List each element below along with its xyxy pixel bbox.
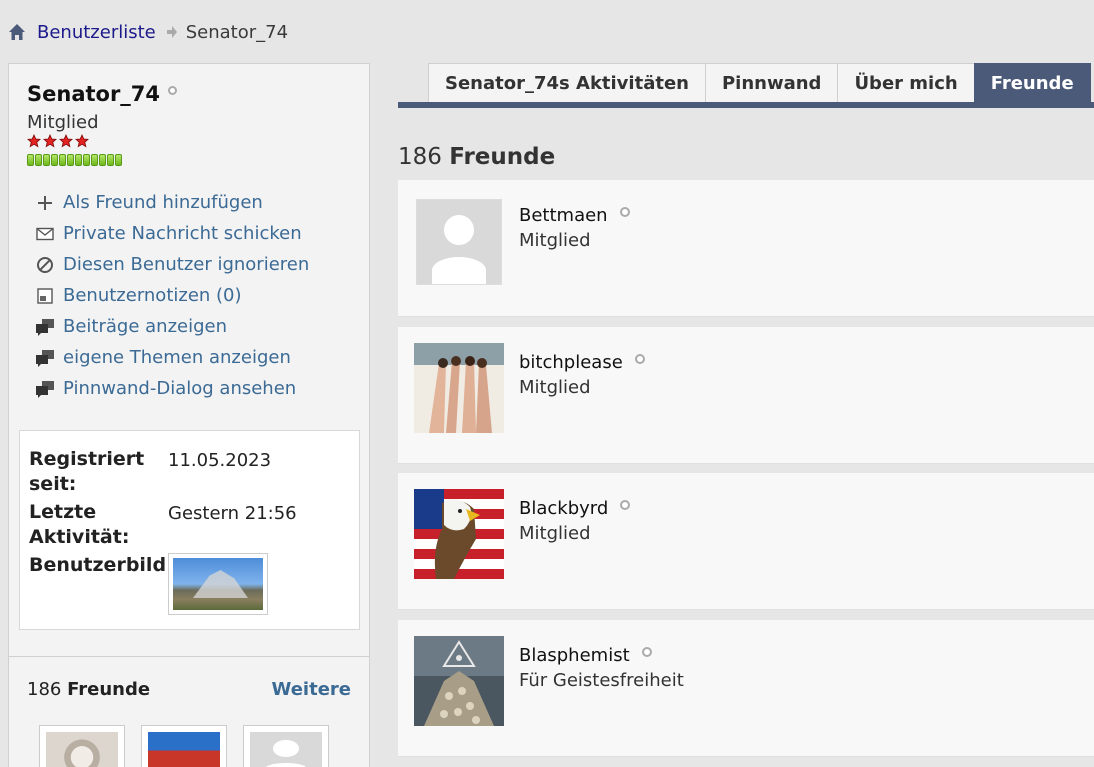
last-activity-value: Gestern 21:56 [168,503,297,524]
wall-icon [36,380,54,398]
registered-label: Registriert seit: [29,448,145,495]
star-icon [59,134,73,148]
friend-rank: Für Geistesfreiheit [519,670,684,691]
profile-tabs: Senator_74s Aktivitäten Pinnwand Über mi… [428,63,1091,103]
send-private-message-link[interactable]: Private Nachricht schicken [35,218,309,249]
threads-icon [36,349,54,367]
friend-avatar-image [414,343,504,433]
friend-avatar[interactable] [414,489,504,579]
offline-status-icon [641,647,652,657]
registered-value: 11.05.2023 [168,450,272,471]
profile-info-box: Registriert seit: 11.05.2023 Letzte Akti… [19,430,360,630]
sidebar-friends-box: 186 Freunde Weitere [9,656,369,767]
friend-avatar[interactable] [414,343,504,433]
user-avatar[interactable] [168,553,268,615]
breadcrumb-separator-icon [166,26,177,38]
block-icon [37,256,53,273]
profile-actions: Als Freund hinzufügen Private Nachricht … [35,187,309,404]
friend-card: Blackbyrd Mitglied [398,473,1094,610]
friend-card: bitchplease Mitglied [398,327,1094,464]
offline-status-icon [634,354,645,364]
show-threads-link[interactable]: eigene Themen anzeigen [35,342,309,373]
default-avatar-icon [417,200,501,284]
show-posts-link[interactable]: Beiträge anzeigen [35,311,309,342]
note-icon [37,287,53,304]
ignore-user-link[interactable]: Diesen Benutzer ignorieren [35,249,309,280]
rank-stars [27,134,89,148]
friend-rank: Mitglied [519,230,591,251]
friend-avatar[interactable] [414,636,504,726]
offline-status-icon [619,207,630,217]
breadcrumb: Benutzerliste Senator_74 [8,19,288,45]
profile-username: Senator_74 [27,82,178,106]
more-friends-link[interactable]: Weitere [272,679,352,700]
friend-name[interactable]: Blackbyrd [519,498,631,519]
avatar-label: Benutzerbild: [29,554,174,576]
star-icon [27,134,41,148]
profile-rank: Mitglied [27,112,99,133]
friend-name[interactable]: bitchplease [519,352,645,373]
wall-dialog-link[interactable]: Pinnwand-Dialog ansehen [35,373,309,404]
star-icon [75,134,89,148]
posts-icon [36,318,54,336]
friend-avatar-image [414,636,504,726]
tab-friends[interactable]: Freunde [973,63,1091,103]
reputation-bar [27,154,122,166]
user-notes-link[interactable]: Benutzernotizen (0) [35,280,309,311]
home-icon[interactable] [8,23,26,41]
profile-sidebar: Senator_74 Mitglied Als Freund hinzufüge… [8,63,370,767]
breadcrumb-current: Senator_74 [185,21,289,43]
tab-about-me[interactable]: Über mich [837,63,975,103]
offline-status-icon [168,86,178,95]
mini-friend-avatar[interactable] [243,725,329,767]
friend-avatar-image [414,489,504,579]
friends-section-title: 186 Freunde [398,144,556,170]
friend-avatar[interactable] [416,199,502,285]
star-icon [43,134,57,148]
friend-card: Blasphemist Für Geistesfreiheit [398,620,1094,757]
mini-friend-avatar[interactable] [141,725,227,767]
tab-underline-bar [398,102,1094,108]
friend-rank: Mitglied [519,523,591,544]
breadcrumb-link-benutzerliste[interactable]: Benutzerliste [37,22,156,43]
offline-status-icon [620,500,631,510]
plus-icon [38,195,52,210]
add-friend-link[interactable]: Als Freund hinzufügen [35,187,309,218]
envelope-icon [36,227,54,240]
tab-pinnwand[interactable]: Pinnwand [704,63,839,103]
friend-name[interactable]: Blasphemist [519,645,652,666]
friend-name[interactable]: Bettmaen [519,205,630,226]
mini-friend-avatar[interactable] [39,725,125,767]
last-activity-label: Letzte Aktivität: [29,501,130,548]
tab-activities[interactable]: Senator_74s Aktivitäten [428,63,706,103]
friend-card: Bettmaen Mitglied [398,180,1094,317]
friend-rank: Mitglied [519,377,591,398]
sidebar-friends-heading: 186 Freunde [27,679,151,700]
